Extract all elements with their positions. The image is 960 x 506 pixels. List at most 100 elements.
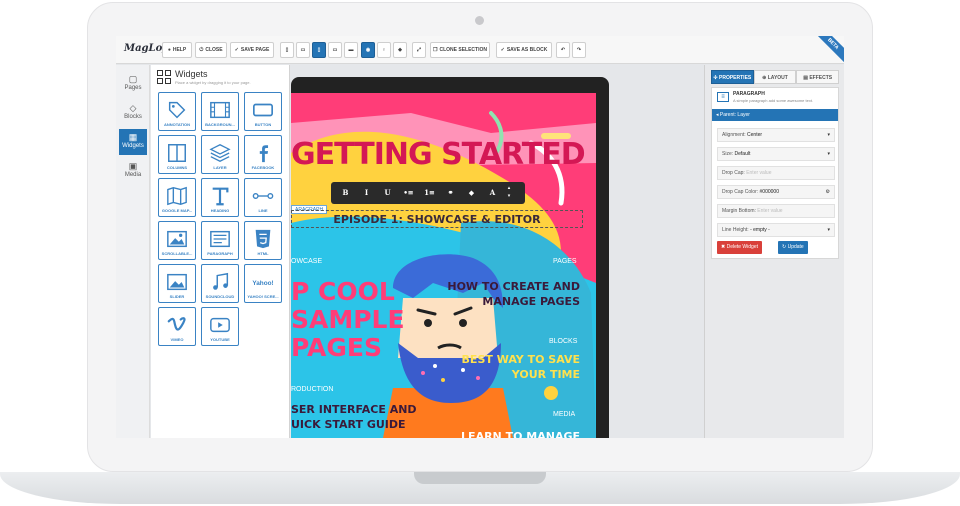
check-icon: ✓ bbox=[234, 47, 239, 53]
widget-tile[interactable]: SLIDER bbox=[158, 264, 196, 303]
margin-bottom-input[interactable]: Margin Bottom: Enter value bbox=[717, 204, 835, 218]
user-interface-line-1: SER INTERFACE AND bbox=[291, 403, 417, 416]
beta-ribbon: BETA bbox=[813, 36, 844, 64]
user-interface-line-2: UICK START GUIDE bbox=[291, 418, 406, 431]
hint-button[interactable]: ♀ bbox=[377, 42, 391, 58]
tab-layout[interactable]: ⊕ LAYOUT bbox=[753, 70, 797, 84]
widget-tile[interactable]: HTML bbox=[244, 221, 282, 260]
widget-tile[interactable]: FACEBOOK bbox=[244, 135, 282, 174]
rail-item-media[interactable]: ▣ Media bbox=[119, 158, 147, 184]
device-tablet-button[interactable]: ▯ bbox=[312, 42, 326, 58]
refresh-icon: ↻ bbox=[782, 244, 787, 250]
italic-button[interactable]: I bbox=[356, 184, 377, 202]
widget-tile-label: YOUTUBE bbox=[210, 337, 230, 342]
device-phone-landscape-button[interactable]: ▭ bbox=[296, 42, 310, 58]
save-page-button[interactable]: ✓ SAVE PAGE bbox=[230, 42, 274, 58]
widget-tile[interactable]: LAYER bbox=[201, 135, 239, 174]
size-select[interactable]: Size: Default ▾ bbox=[717, 147, 835, 161]
undo-button[interactable]: ↶ bbox=[556, 42, 570, 58]
widgets-icon: ▦ bbox=[128, 132, 138, 142]
phone-icon: ▯ bbox=[285, 47, 289, 53]
widget-tile-label: BACKGROUN... bbox=[205, 122, 235, 127]
widget-tile[interactable]: YOUTUBE bbox=[201, 307, 239, 346]
desktop-icon: ▬ bbox=[348, 47, 354, 53]
widget-tile[interactable]: HEADING bbox=[201, 178, 239, 217]
close-button[interactable]: ⏻ CLOSE bbox=[195, 42, 227, 58]
font-button[interactable]: A bbox=[482, 184, 503, 202]
line-icon bbox=[252, 193, 274, 199]
tag-icon bbox=[168, 101, 186, 119]
blocks-icon: ◇ bbox=[129, 103, 137, 113]
widget-tile-label: COLUMNS bbox=[166, 165, 188, 170]
underline-button[interactable]: U bbox=[377, 184, 398, 202]
widget-tile[interactable]: ANNOTATION bbox=[158, 92, 196, 131]
properties-card: ≡ PARAGRAPH A simple paragraph add some … bbox=[711, 87, 839, 259]
widget-tile-label: FACEBOOK bbox=[251, 165, 275, 170]
link-button[interactable]: ⚭ bbox=[440, 184, 461, 202]
device-desktop-button[interactable]: ▬ bbox=[344, 42, 358, 58]
widget-tile[interactable]: BACKGROUN... bbox=[201, 92, 239, 131]
best-way-line-2: YOUR TIME bbox=[511, 368, 580, 381]
preview-button[interactable]: ◉ bbox=[361, 42, 375, 58]
page-title[interactable]: GETTING STARTED bbox=[291, 137, 586, 172]
music-icon bbox=[213, 272, 229, 290]
clone-icon: ❐ bbox=[433, 47, 438, 53]
redo-button[interactable]: ↷ bbox=[572, 42, 586, 58]
rail-item-widgets[interactable]: ▦ Widgets bbox=[119, 129, 147, 155]
episode-paragraph[interactable]: EPISODE 1: SHOWCASE & EDITOR bbox=[291, 210, 583, 228]
alignment-select[interactable]: Alignment: Center ▾ bbox=[717, 128, 835, 142]
format-toolbar-stepper[interactable]: ▴ ▾ bbox=[503, 184, 515, 202]
redo-icon: ↷ bbox=[576, 47, 582, 53]
widget-tile-label: BUTTON bbox=[254, 122, 272, 127]
widget-tile-label: LINE bbox=[258, 208, 268, 213]
save-as-block-button[interactable]: ✓ SAVE AS BLOCK bbox=[496, 42, 552, 58]
youtube-icon bbox=[210, 317, 230, 333]
help-icon: ● bbox=[167, 47, 171, 53]
bold-button[interactable]: B bbox=[335, 184, 356, 202]
big-left-line-1: P COOL bbox=[291, 277, 395, 306]
device-phone-button[interactable]: ▯ bbox=[280, 42, 294, 58]
paragraph-icon bbox=[210, 230, 230, 248]
widget-tile[interactable]: BUTTON bbox=[244, 92, 282, 131]
widget-tile-label: SCROLLABLE... bbox=[161, 251, 193, 256]
clone-selection-button[interactable]: ❐ CLONE SELECTION bbox=[430, 42, 490, 58]
magazine-page[interactable]: GETTING STARTED ARAGRAPH EPISODE 1: SHOW… bbox=[291, 93, 596, 438]
rail-item-blocks[interactable]: ◇ Blocks bbox=[119, 100, 147, 126]
yahoo-icon: Yahoo! bbox=[252, 280, 273, 287]
widget-tile[interactable]: LINE bbox=[244, 178, 282, 217]
delete-widget-button[interactable]: ✖ Delete Widget bbox=[717, 241, 762, 254]
widget-tile[interactable]: SCROLLABLE... bbox=[158, 221, 196, 260]
update-button[interactable]: ↻ Update bbox=[778, 241, 808, 254]
close-icon: ✖ bbox=[721, 244, 726, 250]
element-description: A simple paragraph add some awesome text… bbox=[733, 98, 814, 103]
parent-bar[interactable]: ◂ Parent: Layer bbox=[712, 109, 838, 121]
widget-tile[interactable]: COLUMNS bbox=[158, 135, 196, 174]
layers-icon bbox=[209, 144, 231, 162]
tab-properties[interactable]: ✣ PROPERTIES bbox=[711, 70, 754, 84]
rail-item-pages[interactable]: ▢ Pages bbox=[119, 71, 147, 97]
numbered-list-button[interactable]: 1≡ bbox=[419, 184, 440, 202]
effects-icon: ▤ bbox=[803, 75, 808, 81]
facebook-icon bbox=[259, 145, 269, 163]
widget-tile[interactable]: VIMEO bbox=[158, 307, 196, 346]
tag-button[interactable]: ◆ bbox=[393, 42, 407, 58]
widget-tile[interactable]: SOUNDCLOUD bbox=[201, 264, 239, 303]
left-rail: ▢ Pages ◇ Blocks ▦ Widgets ▣ Media bbox=[116, 65, 150, 438]
drop-cap-color-input[interactable]: Drop Cap Color: #000000 ⚙ bbox=[717, 185, 835, 199]
device-tablet-landscape-button[interactable]: ▭ bbox=[328, 42, 342, 58]
tab-effects[interactable]: ▤ EFFECTS bbox=[796, 70, 840, 84]
widget-tile[interactable]: PARAGRAPH bbox=[201, 221, 239, 260]
expand-icon: ⤢ bbox=[416, 47, 421, 53]
how-to-line-2: MANAGE PAGES bbox=[482, 295, 580, 308]
widget-tile[interactable]: GOOGLE MAP... bbox=[158, 178, 196, 217]
line-height-select[interactable]: Line Height: - empty - ▾ bbox=[717, 223, 835, 237]
bullet-list-button[interactable]: •≡ bbox=[398, 184, 419, 202]
caret-down-icon: ▾ bbox=[827, 227, 830, 233]
check-icon: ✓ bbox=[500, 47, 505, 53]
widget-tile[interactable]: Yahoo! YAHOO! SCRE... bbox=[244, 264, 282, 303]
drop-cap-input[interactable]: Drop Cap: Enter value bbox=[717, 166, 835, 180]
color-button[interactable]: ◆ bbox=[461, 184, 482, 202]
fullscreen-button[interactable]: ⤢ bbox=[412, 42, 426, 58]
help-button[interactable]: ● HELP bbox=[162, 42, 192, 58]
chevron-up-icon: ▴ bbox=[507, 185, 511, 191]
